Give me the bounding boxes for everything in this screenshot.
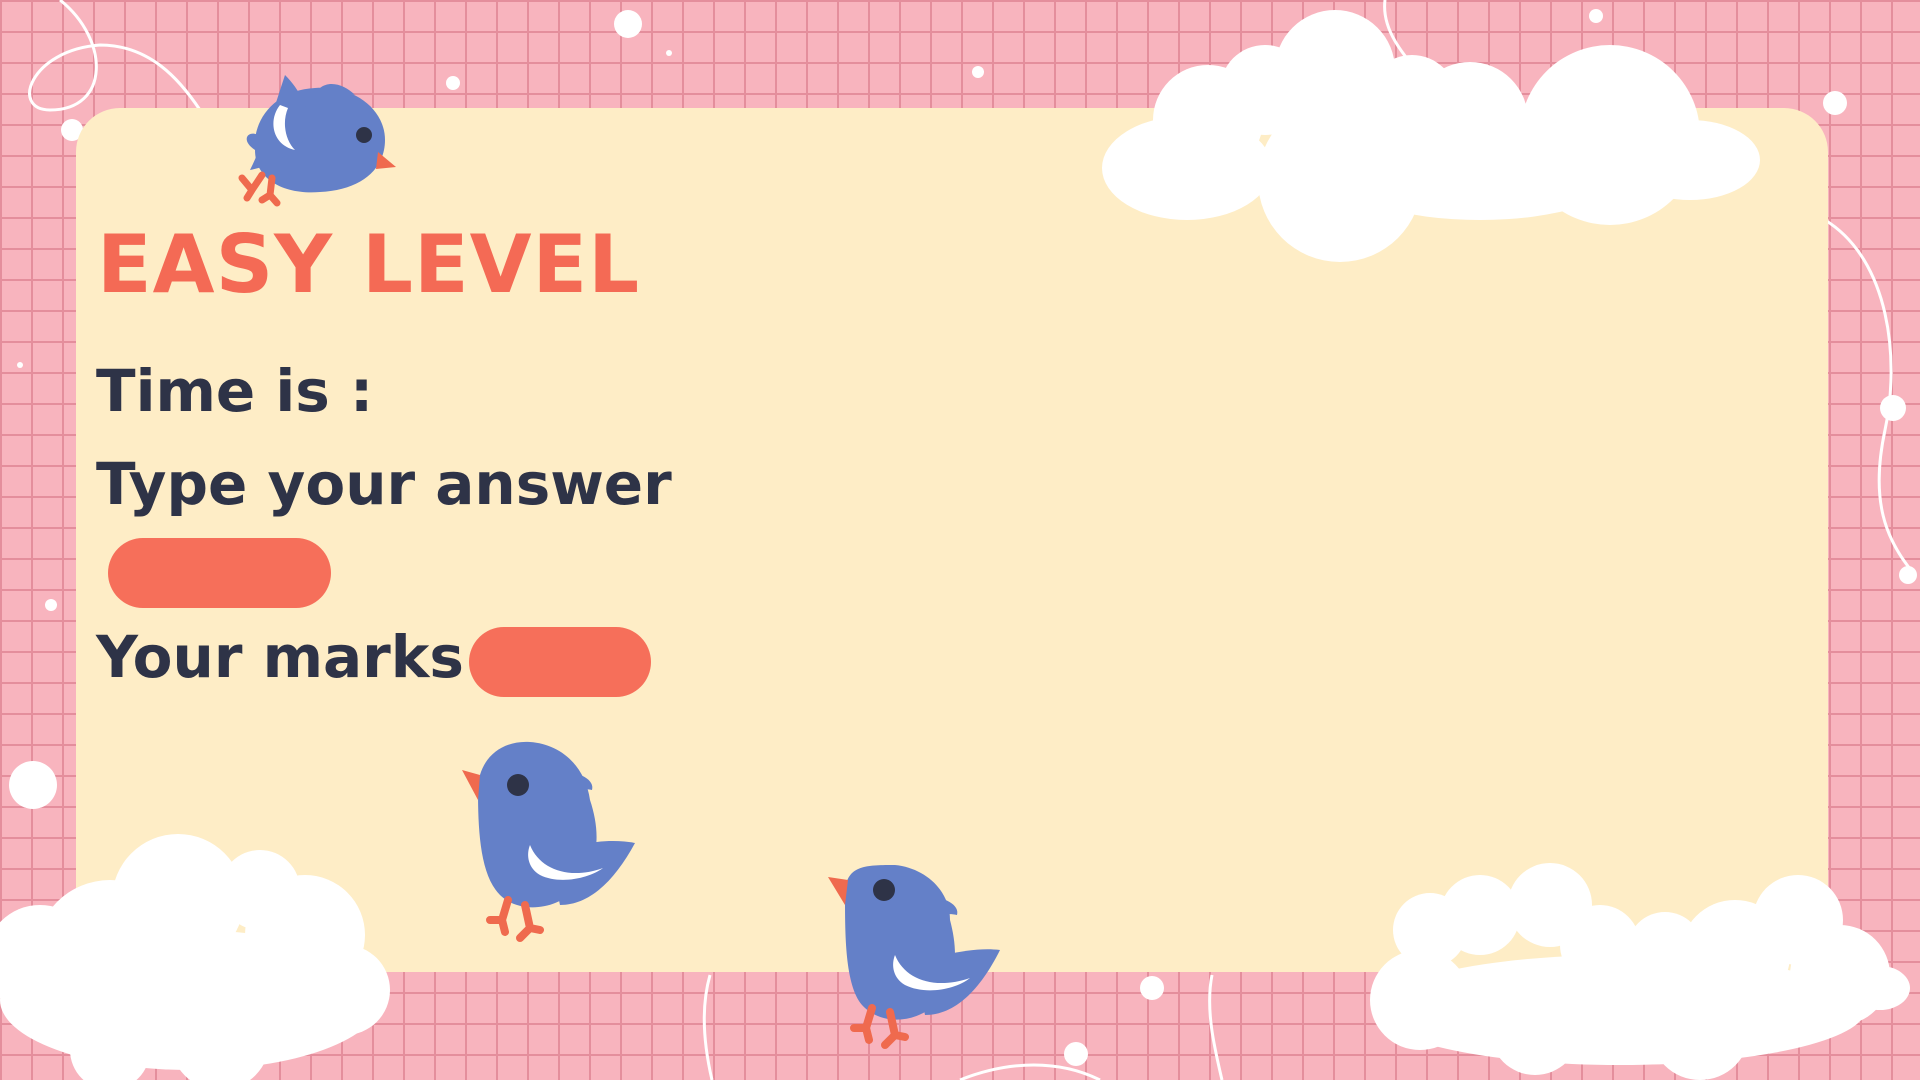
answer-input[interactable] bbox=[108, 538, 331, 608]
swirl-line bbox=[702, 974, 714, 1080]
level-title: EASY LEVEL bbox=[97, 218, 641, 311]
time-label: Time is : bbox=[96, 357, 374, 425]
swirl-line bbox=[959, 1063, 1101, 1080]
answer-label: Type your answer bbox=[96, 450, 672, 518]
swirl-line bbox=[1208, 974, 1224, 1080]
marks-display bbox=[469, 627, 651, 697]
swirl-line bbox=[1383, 0, 1452, 111]
swirl-line bbox=[1824, 218, 1917, 576]
swirl-line bbox=[28, 0, 202, 112]
marks-label: Your marks bbox=[96, 623, 464, 691]
